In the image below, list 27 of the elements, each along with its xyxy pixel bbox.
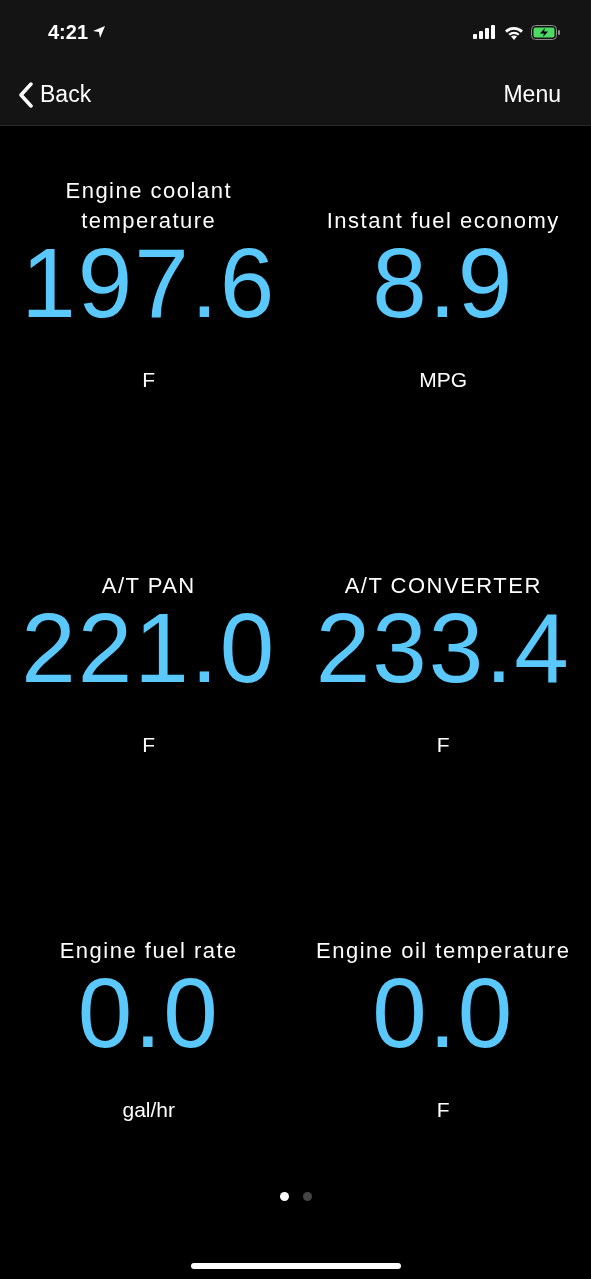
gauge-value: 197.6 — [21, 238, 277, 328]
gauge-unit: F — [436, 1097, 450, 1123]
status-time: 4:21 — [48, 20, 89, 45]
gauge-value: 0.0 — [372, 968, 515, 1058]
back-button[interactable]: Back — [18, 77, 92, 112]
gauge-title: Engine coolant temperature — [64, 177, 234, 235]
chevron-left-icon — [18, 81, 34, 108]
gauge-title: Engine fuel rate — [59, 937, 238, 965]
gauge-value: 233.4 — [315, 603, 571, 693]
gauge-unit: F — [436, 732, 450, 758]
gauge-title: Instant fuel economy — [326, 207, 560, 235]
wifi-icon — [504, 24, 524, 40]
gauge-title: A/T CONVERTER — [344, 572, 542, 600]
location-arrow-icon — [92, 25, 107, 39]
home-indicator[interactable] — [190, 1263, 401, 1269]
gauge-unit: gal/hr — [122, 1097, 175, 1123]
gauge-title: Engine oil temperature — [316, 937, 571, 965]
gauge-unit: F — [142, 732, 156, 758]
signal-icon — [473, 25, 497, 39]
gauge-unit: F — [142, 367, 156, 393]
gauge-value: 0.0 — [77, 968, 220, 1058]
battery-charging-icon — [531, 24, 561, 40]
gauge-unit: MPG — [419, 367, 468, 393]
menu-button[interactable]: Menu — [503, 77, 561, 112]
gauge-title: A/T PAN — [101, 572, 196, 600]
gauge-value: 8.9 — [372, 238, 515, 328]
gauge-value: 221.0 — [21, 603, 277, 693]
